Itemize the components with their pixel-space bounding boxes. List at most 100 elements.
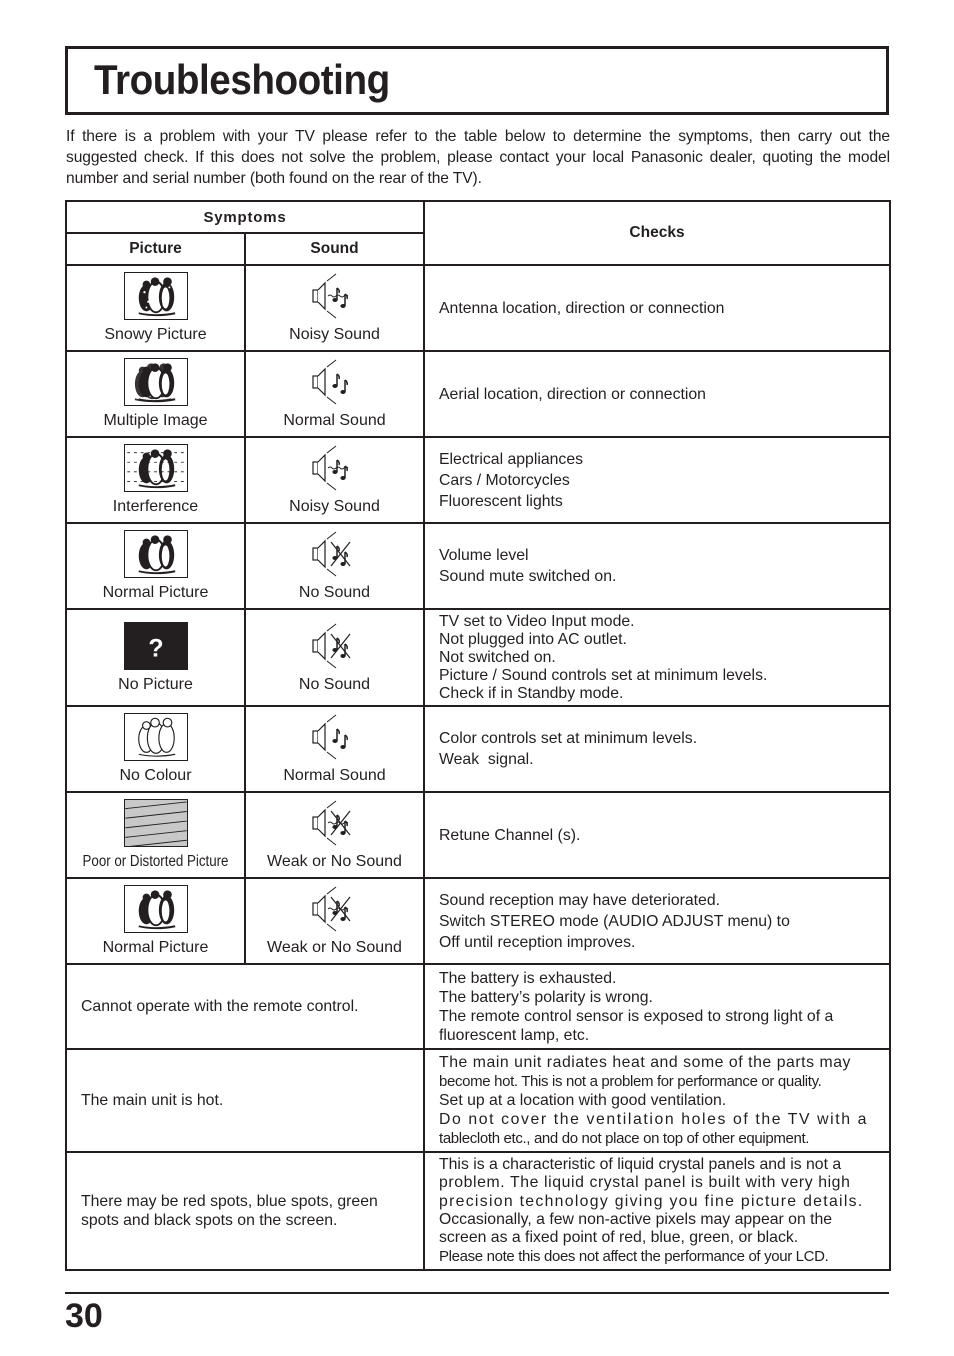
checks-cell: Color controls set at minimum levels. We… — [423, 705, 891, 793]
sound-label: Weak or No Sound — [267, 853, 402, 870]
check-line: TV set to Video Input mode. — [439, 612, 635, 630]
check-line: Volume level — [439, 547, 529, 564]
picture-label: Snowy Picture — [104, 326, 207, 343]
picture-cell: Snowy Picture — [65, 264, 246, 352]
normal-sound-icon — [303, 713, 367, 761]
footer-divider — [65, 1292, 889, 1294]
picture-label: Normal Picture — [102, 939, 209, 956]
sound-label: Noisy Sound — [289, 498, 380, 515]
check-line: Sound reception may have deteriorated. — [439, 891, 721, 909]
picture-label: Interference — [112, 498, 199, 515]
check-line: fluorescent lamp, etc. — [439, 1026, 590, 1044]
check-line: tablecloth etc., and do not place on top… — [439, 1130, 810, 1147]
sound-cell: Noisy Sound — [244, 264, 425, 352]
sound-cell: Weak or No Sound — [244, 877, 425, 965]
no-colour-picture-icon — [123, 713, 188, 761]
check-line: Picture / Sound controls set at minimum … — [439, 666, 768, 684]
check-line: Not plugged into AC outlet. — [439, 630, 627, 648]
check-line: The remote control sensor is exposed to … — [439, 1007, 834, 1025]
picture-label: Poor or Distorted Picture — [82, 853, 229, 870]
check-line: Electrical appliances — [439, 450, 584, 468]
sound-cell: No Sound — [244, 608, 425, 707]
normal-picture-icon — [123, 530, 188, 578]
check-line: Aerial location, direction or connection — [439, 385, 706, 403]
multiple-image-icon — [123, 358, 188, 406]
sound-cell: Weak or No Sound — [244, 791, 425, 879]
checks-cell: The battery is exhausted. The battery’s … — [423, 963, 891, 1050]
no-sound-icon — [303, 530, 367, 578]
checks-cell: Retune Channel (s). — [423, 791, 891, 879]
check-line: The main unit radiates heat and some of … — [439, 1054, 851, 1071]
check-line: The battery’s polarity is wrong. — [439, 988, 653, 1006]
title-box: Troubleshooting — [65, 46, 889, 115]
no-sound-icon — [303, 622, 367, 670]
table-row: Cannot operate with the remote control. … — [65, 963, 891, 1050]
check-line: Set up at a location with good ventilati… — [439, 1092, 727, 1109]
intro-paragraph: If there is a problem with your TV pleas… — [66, 128, 890, 187]
check-line: This is a characteristic of liquid cryst… — [439, 1156, 842, 1174]
check-line: screen as a fixed point of red, blue, gr… — [439, 1229, 799, 1247]
sound-label: No Sound — [298, 584, 371, 601]
sound-label: Weak or No Sound — [267, 939, 402, 956]
picture-cell: No Colour — [65, 705, 246, 793]
sound-cell: Normal Sound — [244, 350, 425, 438]
table-row: Normal Picture No Sound Volume level Sou… — [65, 522, 891, 610]
distorted-picture-icon — [123, 799, 188, 847]
sound-cell: Noisy Sound — [244, 436, 425, 524]
checks-cell: This is a characteristic of liquid cryst… — [423, 1151, 891, 1271]
table-row: Multiple Image Normal Sound Aerial locat… — [65, 350, 891, 438]
page-title: Troubleshooting — [94, 56, 390, 103]
check-line: precision technology giving you fine pic… — [439, 1192, 864, 1210]
table-row: No Colour Normal Sound Color controls se… — [65, 705, 891, 793]
check-line: become hot. This is not a problem for pe… — [439, 1073, 822, 1090]
check-line: Fluorescent lights — [439, 492, 563, 510]
sound-label: No Sound — [298, 675, 371, 693]
symptom-cell: There may be red spots, blue spots, gree… — [65, 1151, 425, 1271]
no-picture-glyph: ? — [148, 634, 163, 662]
table-row: There may be red spots, blue spots, gree… — [65, 1151, 891, 1271]
sound-cell: No Sound — [244, 522, 425, 610]
header-symptoms: Symptoms — [65, 200, 425, 234]
checks-cell: Volume level Sound mute switched on. — [423, 522, 891, 610]
check-line: Do not cover the ventilation holes of th… — [439, 1111, 869, 1128]
picture-label: Multiple Image — [103, 412, 208, 429]
checks-cell: The main unit radiates heat and some of … — [423, 1048, 891, 1153]
picture-label: No Colour — [119, 767, 192, 784]
table-row: Snowy Picture Noisy Sound Antenna locati… — [65, 264, 891, 352]
picture-cell: ? No Picture — [65, 608, 246, 707]
header-picture: Picture — [65, 232, 246, 266]
picture-cell: Poor or Distorted Picture — [65, 791, 246, 879]
check-line: The battery is exhausted. — [439, 969, 617, 987]
check-line: Retune Channel (s). — [439, 826, 581, 844]
check-line: Cars / Motorcycles — [439, 471, 570, 489]
header-checks: Checks — [423, 200, 891, 266]
check-line: Off until reception improves. — [439, 933, 636, 951]
normal-sound-icon — [303, 358, 367, 406]
check-line: Antenna location, direction or connectio… — [439, 299, 725, 317]
header-sound: Sound — [244, 232, 425, 266]
interference-picture-icon — [123, 444, 188, 492]
weak-sound-icon — [303, 885, 367, 933]
sound-label: Noisy Sound — [289, 326, 380, 343]
page-number: 30 — [65, 1297, 103, 1335]
checks-cell: TV set to Video Input mode. Not plugged … — [423, 608, 891, 707]
picture-cell: Multiple Image — [65, 350, 246, 438]
checks-cell: Electrical appliances Cars / Motorcycles… — [423, 436, 891, 524]
sound-cell: Normal Sound — [244, 705, 425, 793]
picture-cell: Normal Picture — [65, 522, 246, 610]
sound-label: Normal Sound — [283, 412, 386, 429]
checks-cell: Sound reception may have deteriorated. S… — [423, 877, 891, 965]
table-row: Interference Noisy Sound Electrical appl… — [65, 436, 891, 524]
check-line: Not switched on. — [439, 648, 556, 666]
check-line: Sound mute switched on. — [439, 568, 617, 585]
table-row: The main unit is hot. The main unit radi… — [65, 1048, 891, 1153]
table-row: Normal Picture Weak or No Sound Sound re… — [65, 877, 891, 965]
sound-label: Normal Sound — [283, 767, 386, 784]
snowy-picture-icon — [123, 272, 188, 320]
picture-cell: Normal Picture — [65, 877, 246, 965]
check-line: Occasionally, a few non-active pixels ma… — [439, 1211, 833, 1228]
weak-sound-icon — [303, 799, 367, 847]
check-line: problem. The liquid crystal panel is bui… — [439, 1174, 851, 1192]
normal-picture-icon — [123, 885, 188, 933]
table-row: Poor or Distorted Picture Weak or No Sou… — [65, 791, 891, 879]
